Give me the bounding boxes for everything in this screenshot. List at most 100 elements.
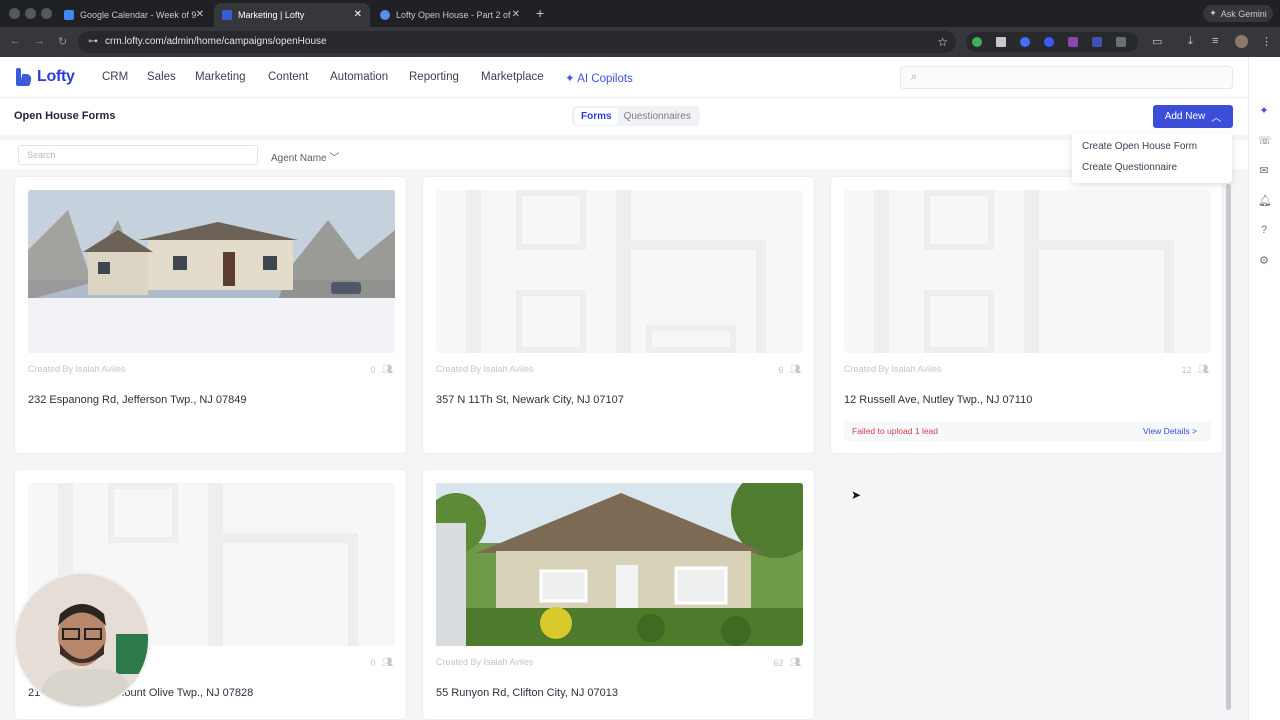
lead-count: 12 👥︎ <box>1182 364 1209 375</box>
extension-circle-icon[interactable] <box>1044 37 1054 47</box>
phone-icon[interactable]: ☏ <box>1258 134 1272 147</box>
form-card[interactable]: Created By Isaiah Aviles 6 👥︎ 357 N 11Th … <box>422 176 815 454</box>
chevron-down-icon: ﹀ <box>329 153 340 164</box>
reading-list-icon[interactable]: ≡ <box>1212 35 1218 47</box>
window-minimize-dot[interactable] <box>25 8 36 19</box>
property-address: 12 Russell Ave, Nutley Twp., NJ 07110 <box>844 394 1033 406</box>
extension-blue-icon[interactable] <box>1020 37 1030 47</box>
ai-copilots-label: AI Copilots <box>577 73 633 85</box>
lofty-logo-icon <box>16 68 32 86</box>
browser-tab-open-house[interactable]: Lofty Open House - Part 2 of ✕ <box>372 3 528 27</box>
tab-forms[interactable]: Forms <box>575 107 618 125</box>
add-new-button[interactable]: Add New ︿ <box>1153 105 1233 128</box>
gemini-sparkle-icon: ✦ <box>1209 8 1217 18</box>
close-icon[interactable]: ✕ <box>512 9 520 20</box>
nav-sales[interactable]: Sales <box>147 71 176 83</box>
lead-count: 6 👥︎ <box>779 364 801 375</box>
property-address: 232 Espanong Rd, Jefferson Twp., NJ 0784… <box>28 394 247 406</box>
count-value: 12 <box>1181 364 1192 375</box>
address-tail: Mount Olive Twp., NJ 07828 <box>115 687 254 699</box>
count-value: 6 <box>778 364 784 375</box>
people-icon: 👥︎ <box>789 657 801 667</box>
address-bar[interactable]: ⊶ crm.lofty.com/admin/home/campaigns/ope… <box>78 31 956 53</box>
nav-crm[interactable]: CRM <box>102 71 128 83</box>
placeholder-image <box>844 190 1211 353</box>
forward-icon[interactable]: → <box>34 35 45 47</box>
reload-icon[interactable]: ↻ <box>58 35 67 48</box>
lofty-logo[interactable]: Lofty <box>16 68 75 86</box>
browser-toolbar: ← → ↻ ⊶ crm.lofty.com/admin/home/campaig… <box>0 27 1280 57</box>
nav-reporting[interactable]: Reporting <box>409 71 459 83</box>
placeholder-image <box>436 190 803 353</box>
forms-search-input[interactable]: Search <box>18 145 258 165</box>
created-by: Created By Isaiah Aviles <box>28 364 126 374</box>
site-settings-icon[interactable]: ⊶ <box>88 36 98 47</box>
nav-marketplace[interactable]: Marketplace <box>481 71 544 83</box>
ask-gemini-button[interactable]: ✦ Ask Gemini <box>1203 5 1273 22</box>
new-tab-icon[interactable]: + <box>536 5 544 21</box>
house-photo <box>28 190 395 353</box>
profile-icon[interactable] <box>1235 35 1248 48</box>
side-panel-icon[interactable]: ▭ <box>1152 35 1162 48</box>
bookmark-star-icon[interactable]: ☆ <box>937 35 948 49</box>
forms-questionnaires-toggle: Forms Questionnaires <box>572 106 700 126</box>
ai-sparkle-icon: ✦ <box>565 73 578 85</box>
extension-green-icon[interactable] <box>972 37 982 47</box>
house-photo <box>436 483 803 646</box>
form-card[interactable]: Created By Isaiah Aviles 62 👥︎ 55 Runyon … <box>422 469 815 720</box>
lead-count: 0 👥︎ <box>371 364 393 375</box>
count-value: 0 <box>370 657 376 668</box>
nav-content[interactable]: Content <box>268 71 308 83</box>
extension-indigo-icon[interactable] <box>1092 37 1102 47</box>
window-close-dot[interactable] <box>9 8 20 19</box>
count-value: 62 <box>773 657 784 668</box>
ai-assistant-icon[interactable]: ✦ <box>1258 104 1270 117</box>
close-icon[interactable]: ✕ <box>354 9 362 20</box>
form-card[interactable]: Created By Isaiah Aviles 12 👥︎ 12 Russell… <box>830 176 1223 454</box>
created-by: Created By Isaiah Aviles <box>436 657 534 667</box>
inbox-icon[interactable]: ✉ <box>1258 164 1270 177</box>
tab-questionnaires[interactable]: Questionnaires <box>618 108 697 125</box>
created-by: Created By Isaiah Aviles <box>844 364 942 374</box>
global-search-input[interactable]: ⌕ <box>900 66 1233 89</box>
page-subheader: Open House Forms Forms Questionnaires Ad… <box>0 98 1248 135</box>
tab-title: Lofty Open House - Part 2 of <box>396 10 511 20</box>
close-icon[interactable]: ✕ <box>196 9 204 20</box>
view-details-link[interactable]: View Details > <box>1143 426 1197 436</box>
create-questionnaire-item[interactable]: Create Questionnaire <box>1082 162 1177 173</box>
app-header: Lofty CRM Sales Marketing Content Automa… <box>0 57 1248 98</box>
page-title: Open House Forms <box>14 110 116 122</box>
nav-marketing[interactable]: Marketing <box>195 71 246 83</box>
add-new-label: Add New <box>1164 111 1206 122</box>
settings-gear-icon[interactable]: ⚙ <box>1258 254 1270 267</box>
upload-error-row: Failed to upload 1 lead View Details > <box>844 421 1211 441</box>
create-open-house-form-item[interactable]: Create Open House Form <box>1082 141 1197 152</box>
extensions-puzzle-icon[interactable] <box>1116 37 1126 47</box>
page-scrollbar[interactable] <box>1226 184 1231 710</box>
window-zoom-dot[interactable] <box>41 8 52 19</box>
nav-automation[interactable]: Automation <box>330 71 388 83</box>
browser-tab-calendar[interactable]: Google Calendar - Week of 9 ✕ <box>56 3 212 27</box>
extension-doc-icon[interactable] <box>996 37 1006 47</box>
menu-icon[interactable]: ⋮ <box>1261 35 1272 48</box>
count-value: 0 <box>370 364 376 375</box>
upload-error-text: Failed to upload 1 lead <box>852 426 939 436</box>
agent-name-label: Agent Name <box>271 153 327 164</box>
extension-purple-icon[interactable] <box>1068 37 1078 47</box>
nav-ai-copilots[interactable]: ✦ AI Copilots <box>565 71 633 85</box>
chevron-up-icon: ︿ <box>1211 113 1222 124</box>
people-icon: 👥︎ <box>789 364 801 374</box>
bell-icon[interactable]: 🔔︎ <box>1258 194 1272 207</box>
tab-title: Marketing | Lofty <box>238 10 305 20</box>
help-icon[interactable]: ? <box>1258 224 1270 236</box>
lofty-favicon-icon <box>222 10 232 20</box>
search-icon: ⌕ <box>911 71 918 83</box>
agent-name-filter[interactable]: Agent Name ﹀ <box>271 149 339 164</box>
browser-tab-marketing[interactable]: Marketing | Lofty ✕ <box>214 3 370 27</box>
download-icon[interactable]: ⤓ <box>1188 35 1193 48</box>
form-card[interactable]: Created By Isaiah Aviles 0 👥︎ 232 Espanon… <box>14 176 407 454</box>
back-icon[interactable]: ← <box>10 35 21 47</box>
filter-bar: Search Agent Name ﹀ <box>0 140 1248 169</box>
mouse-cursor-icon: ➤ <box>851 488 862 502</box>
people-icon: 👥︎ <box>1197 364 1209 374</box>
